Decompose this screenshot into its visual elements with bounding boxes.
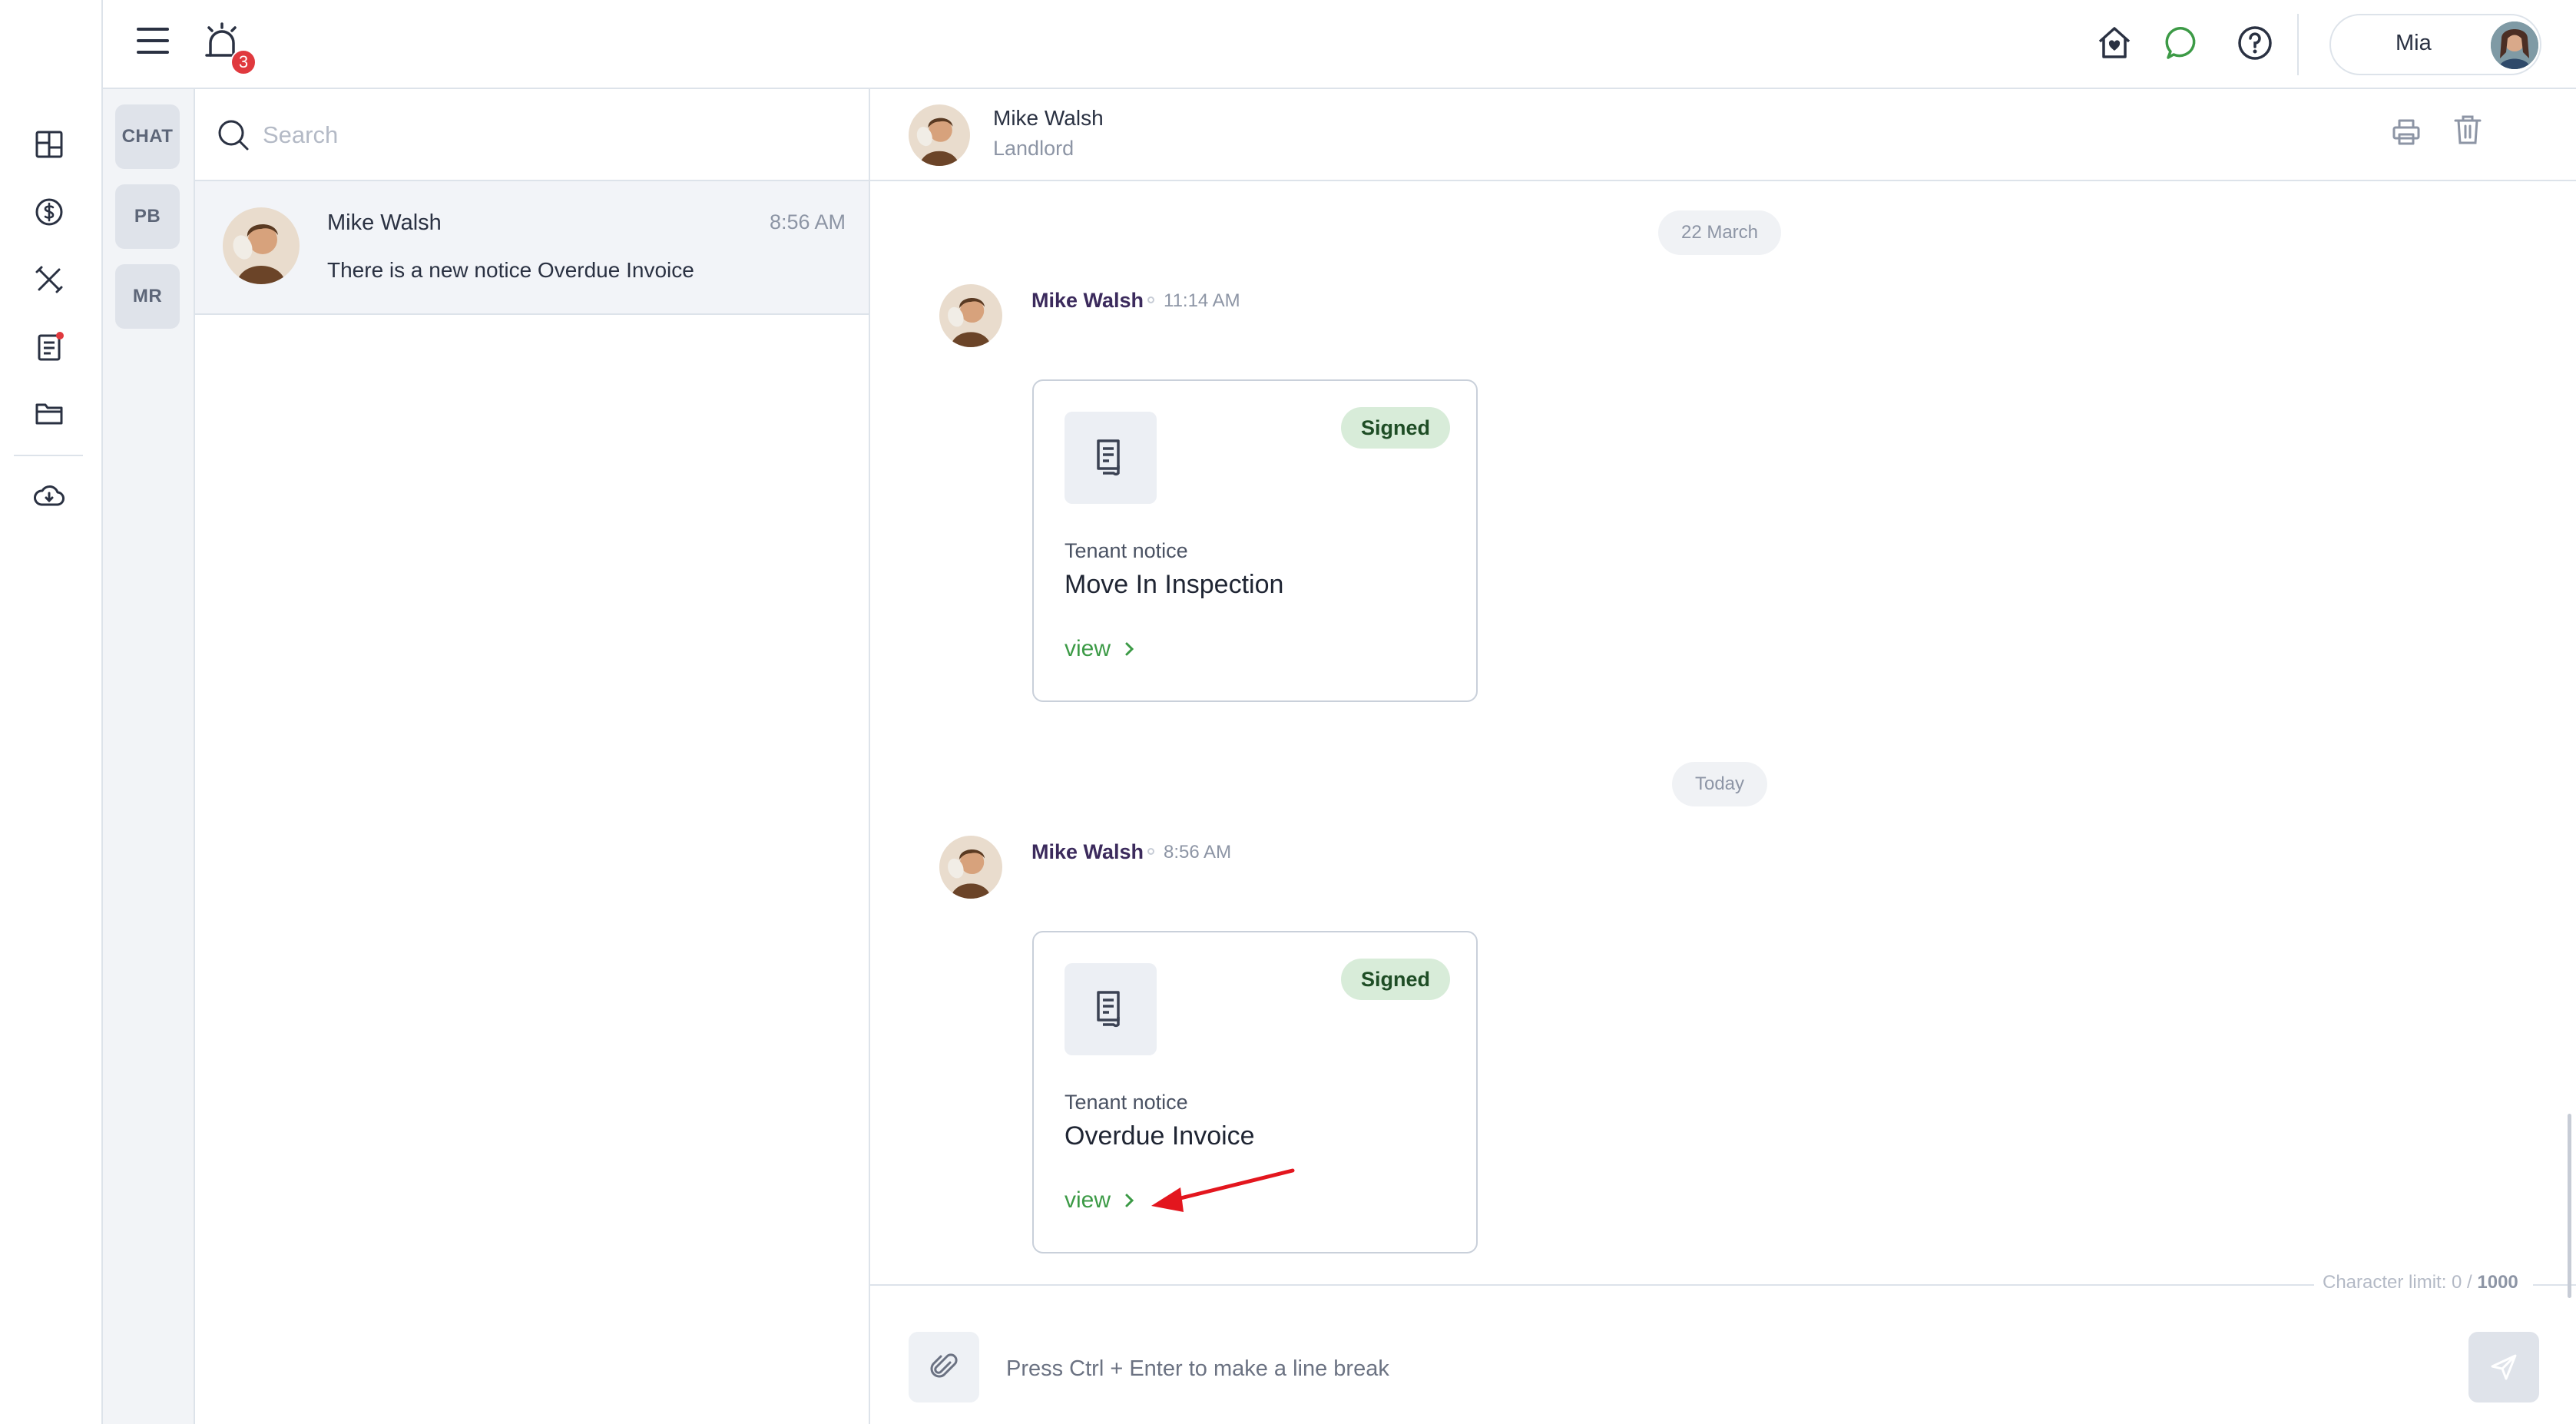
payments-icon[interactable] <box>31 194 68 230</box>
channel-mr[interactable]: MR <box>115 264 180 329</box>
view-notice-link[interactable]: view <box>1065 636 1135 662</box>
document-icon <box>1065 963 1157 1055</box>
character-limit-label: Character limit: 0 / <box>2323 1272 2472 1293</box>
attach-button[interactable] <box>909 1332 979 1402</box>
rail-divider <box>14 455 83 456</box>
home-heart-icon[interactable] <box>2096 25 2133 61</box>
send-icon <box>2489 1353 2518 1382</box>
maintenance-tools-icon[interactable] <box>31 261 68 298</box>
folder-icon[interactable] <box>31 395 68 432</box>
channel-chat[interactable]: CHAT <box>115 104 180 169</box>
chevron-right-icon <box>1124 641 1135 657</box>
view-link-label: view <box>1065 636 1111 661</box>
conversation-name: Mike Walsh <box>327 210 442 235</box>
search-icon <box>217 118 250 152</box>
character-limit-max: 1000 <box>2477 1272 2518 1293</box>
notice-card: Signed Tenant notice Move In Inspection … <box>1032 379 1478 702</box>
character-limit: Character limit: 0 / 1000 <box>2323 1272 2518 1293</box>
search-bar <box>195 89 869 181</box>
dashboard-icon[interactable] <box>31 126 68 163</box>
composer-divider <box>870 1284 2314 1286</box>
chat-contact-avatar <box>909 104 970 166</box>
chat-bubble-icon[interactable] <box>2164 25 2201 61</box>
message-input[interactable] <box>1006 1346 2435 1392</box>
chevron-right-icon <box>1124 1193 1135 1208</box>
print-icon[interactable] <box>2391 117 2422 147</box>
user-avatar <box>2491 22 2538 69</box>
notices-document-icon[interactable] <box>31 329 68 366</box>
user-name: Mia <box>2396 31 2432 55</box>
chat-contact-role: Landlord <box>993 137 1074 160</box>
notification-count-badge: 3 <box>230 49 257 75</box>
chat-messages: 22 March Mike Walsh 11:14 AM Signed Tena… <box>870 181 2576 1283</box>
view-notice-link[interactable]: view <box>1065 1187 1135 1214</box>
chat-contact-name: Mike Walsh <box>993 106 1104 130</box>
view-link-label: view <box>1065 1187 1111 1213</box>
document-icon <box>1065 412 1157 504</box>
message-time: 11:14 AM <box>1164 290 1240 311</box>
user-menu[interactable]: Mia <box>2329 14 2541 75</box>
scrollbar[interactable] <box>2568 1114 2571 1298</box>
date-separator: 22 March <box>1658 210 1781 255</box>
date-separator: Today <box>1672 762 1767 806</box>
help-icon[interactable] <box>2237 25 2273 61</box>
send-button[interactable] <box>2468 1332 2539 1402</box>
channel-switcher: CHAT PB MR <box>103 89 195 1424</box>
message-time: 8:56 AM <box>1164 842 1232 863</box>
conversation-time: 8:56 AM <box>769 210 846 233</box>
search-input[interactable] <box>263 112 846 158</box>
paperclip-icon <box>930 1352 958 1383</box>
left-nav-rail <box>0 89 103 1424</box>
hamburger-menu-icon[interactable] <box>135 23 171 58</box>
chat-header: Mike Walsh Landlord <box>870 89 2576 181</box>
conversation-list: Mike Walsh 8:56 AM There is a new notice… <box>195 89 870 1424</box>
annotation-arrow <box>1147 1164 1300 1222</box>
logo-area <box>0 0 103 89</box>
conversation-item[interactable]: Mike Walsh 8:56 AM There is a new notice… <box>195 181 869 315</box>
separator-dot <box>1147 848 1154 855</box>
message-sender: Mike Walsh <box>1031 840 1144 863</box>
card-title: Move In Inspection <box>1065 570 1284 599</box>
message-avatar <box>939 836 1002 899</box>
card-title: Overdue Invoice <box>1065 1121 1255 1151</box>
channel-pb[interactable]: PB <box>115 184 180 249</box>
conversation-preview: There is a new notice Overdue Invoice <box>327 258 694 282</box>
status-badge: Signed <box>1340 407 1450 449</box>
message-avatar <box>939 284 1002 347</box>
status-badge: Signed <box>1340 959 1450 1000</box>
contact-avatar <box>223 207 300 284</box>
notifications-button[interactable]: 3 <box>203 22 257 77</box>
download-cloud-icon[interactable] <box>31 478 68 515</box>
delete-trash-icon[interactable] <box>2452 114 2483 146</box>
card-kind: Tenant notice <box>1065 539 1188 562</box>
separator-dot <box>1147 296 1154 303</box>
header-divider <box>2297 14 2299 75</box>
message-sender: Mike Walsh <box>1031 289 1144 312</box>
card-kind: Tenant notice <box>1065 1091 1188 1114</box>
